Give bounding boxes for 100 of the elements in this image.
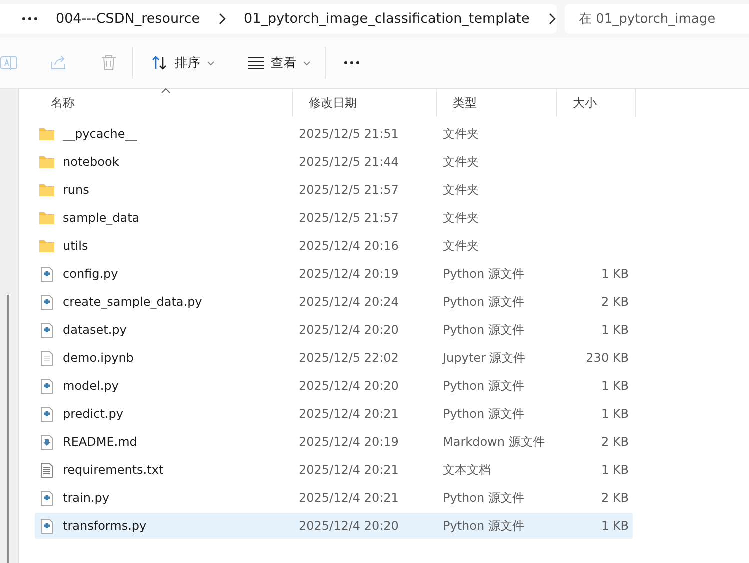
file-size: 1 KB xyxy=(600,519,629,533)
file-name: README.md xyxy=(63,435,138,449)
file-name: runs xyxy=(63,183,90,197)
file-row[interactable]: config.py 2025/12/4 20:19 Python 源文件 1 KB xyxy=(35,261,633,287)
file-row[interactable]: transforms.py 2025/12/4 20:20 Python 源文件 1 KB xyxy=(35,513,633,539)
more-icon[interactable] xyxy=(344,61,360,65)
file-type: Python 源文件 xyxy=(442,490,526,506)
modified-date: 2025/12/4 20:19 xyxy=(298,267,400,281)
file-name: __pycache__ xyxy=(63,127,138,141)
file-row[interactable]: create_sample_data.py 2025/12/4 20:24 Python 源文件 2 KB xyxy=(35,289,633,315)
file-name: demo.ipynb xyxy=(63,351,134,365)
document-icon xyxy=(41,350,53,366)
column-label: 名称 xyxy=(51,94,75,112)
file-type: 文件夹 xyxy=(442,154,480,170)
address-bar[interactable]: 004---CSDN_resource 01_pytorch_image_classification_template xyxy=(0,4,557,34)
modified-date: 2025/12/4 20:24 xyxy=(298,295,400,309)
file-size: 1 KB xyxy=(600,267,629,281)
file-type: Python 源文件 xyxy=(442,406,526,422)
modified-date: 2025/12/5 21:44 xyxy=(298,155,400,169)
modified-date: 2025/12/5 21:51 xyxy=(298,127,400,141)
file-type: Python 源文件 xyxy=(442,518,526,534)
file-name: notebook xyxy=(63,155,120,169)
share-icon xyxy=(50,54,68,72)
file-type: 文件夹 xyxy=(442,126,480,142)
python-file-icon xyxy=(41,518,53,534)
delete-icon xyxy=(100,54,118,72)
file-name: config.py xyxy=(63,267,118,281)
modified-date: 2025/12/4 20:20 xyxy=(298,323,400,337)
file-size: 1 KB xyxy=(600,463,629,477)
python-file-icon xyxy=(41,406,53,422)
file-row[interactable]: __pycache__ 2025/12/5 21:51 文件夹 xyxy=(35,121,633,147)
file-type: Python 源文件 xyxy=(442,378,526,394)
folder-icon xyxy=(39,183,55,197)
sort-icon xyxy=(151,54,169,72)
file-type: Python 源文件 xyxy=(442,266,526,282)
modified-date: 2025/12/4 20:21 xyxy=(298,463,400,477)
modified-date: 2025/12/5 21:57 xyxy=(298,211,400,225)
sort-button[interactable]: 排序 xyxy=(151,48,215,78)
search-field[interactable]: 在 01_pytorch_image xyxy=(565,4,749,34)
file-type: 文件夹 xyxy=(442,182,480,198)
file-name: dataset.py xyxy=(63,323,127,337)
file-name: utils xyxy=(63,239,88,253)
rename-icon xyxy=(0,54,18,72)
folder-icon xyxy=(39,155,55,169)
chevron-icon[interactable] xyxy=(548,13,556,25)
file-row[interactable]: runs 2025/12/5 21:57 文件夹 xyxy=(35,177,633,203)
caret-icon xyxy=(207,60,215,66)
python-file-icon xyxy=(41,294,53,310)
modified-date: 2025/12/5 22:02 xyxy=(298,351,400,365)
file-size: 1 KB xyxy=(600,407,629,421)
file-row[interactable]: README.md 2025/12/4 20:19 Markdown 源文件 2 KB xyxy=(35,429,633,455)
text-file-icon xyxy=(41,462,53,478)
file-name: transforms.py xyxy=(63,519,147,533)
column-header[interactable]: 大小 xyxy=(557,89,636,117)
file-type: 文本文档 xyxy=(442,462,492,478)
column-header[interactable]: 名称 xyxy=(35,89,293,117)
column-header[interactable]: 类型 xyxy=(437,89,557,117)
modified-date: 2025/12/5 21:57 xyxy=(298,183,400,197)
markdown-file-icon xyxy=(41,434,53,450)
file-type: 文件夹 xyxy=(442,210,480,226)
scrollbar-thumb[interactable] xyxy=(7,295,9,563)
modified-date: 2025/12/4 20:20 xyxy=(298,519,400,533)
file-row[interactable]: sample_data 2025/12/5 21:57 文件夹 xyxy=(35,205,633,231)
column-label: 类型 xyxy=(453,94,477,112)
folder-icon xyxy=(39,127,55,141)
file-row[interactable]: predict.py 2025/12/4 20:21 Python 源文件 1 KB xyxy=(35,401,633,427)
caret-icon xyxy=(303,60,311,66)
file-name: predict.py xyxy=(63,407,124,421)
file-name: train.py xyxy=(63,491,110,505)
chevron-icon[interactable] xyxy=(218,13,226,25)
file-type: Python 源文件 xyxy=(442,294,526,310)
folder-icon xyxy=(39,211,55,225)
modified-date: 2025/12/4 20:19 xyxy=(298,435,400,449)
file-name: create_sample_data.py xyxy=(63,295,202,309)
file-size: 2 KB xyxy=(600,295,629,309)
file-size: 2 KB xyxy=(600,435,629,449)
python-file-icon xyxy=(41,322,53,338)
more-icon[interactable] xyxy=(22,17,38,21)
file-row[interactable]: train.py 2025/12/4 20:21 Python 源文件 2 KB xyxy=(35,485,633,511)
file-row[interactable]: utils 2025/12/4 20:16 文件夹 xyxy=(35,233,633,259)
column-header[interactable]: 修改日期 xyxy=(293,89,437,117)
file-row[interactable]: dataset.py 2025/12/4 20:20 Python 源文件 1 KB xyxy=(35,317,633,343)
file-size: 230 KB xyxy=(585,351,629,365)
view-button[interactable]: 查看 xyxy=(247,48,311,78)
file-size: 1 KB xyxy=(600,379,629,393)
breadcrumb[interactable]: 01_pytorch_image_classification_template xyxy=(244,11,530,27)
file-type: Jupyter 源文件 xyxy=(441,350,527,366)
file-row[interactable]: notebook 2025/12/5 21:44 文件夹 xyxy=(35,149,633,175)
file-size: 1 KB xyxy=(600,323,629,337)
python-file-icon xyxy=(41,490,53,506)
file-name: requirements.txt xyxy=(63,463,164,477)
file-type: Python 源文件 xyxy=(442,322,526,338)
file-type: Markdown 源文件 xyxy=(442,434,546,450)
file-type: 文件夹 xyxy=(442,238,480,254)
modified-date: 2025/12/4 20:20 xyxy=(298,379,400,393)
file-row[interactable]: model.py 2025/12/4 20:20 Python 源文件 1 KB xyxy=(35,373,633,399)
modified-date: 2025/12/4 20:16 xyxy=(298,239,400,253)
file-row[interactable]: requirements.txt 2025/12/4 20:21 文本文档 1 KB xyxy=(35,457,633,483)
file-row[interactable]: demo.ipynb 2025/12/5 22:02 Jupyter 源文件 230 KB xyxy=(35,345,633,371)
breadcrumb[interactable]: 004---CSDN_resource xyxy=(56,11,200,27)
